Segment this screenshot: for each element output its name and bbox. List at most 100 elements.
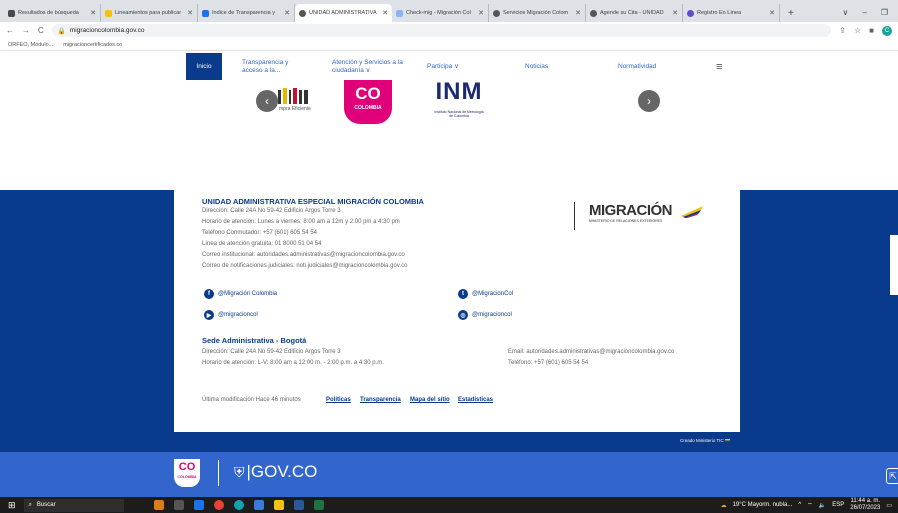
bookmarks-bar: ORFEO, Módulo... migracioncertificados.c… [0,39,898,51]
carousel-next-button[interactable]: › [638,90,660,112]
bookmark-item[interactable]: migracioncertificados.co [63,42,122,48]
favicon-icon [396,9,403,17]
barcode-icon [278,88,308,104]
maximize-icon[interactable]: ❐ [881,8,888,17]
url-field[interactable]: 🔒 migracioncolombia.gov.co [51,24,832,37]
profile-avatar[interactable]: C [882,25,892,36]
bookmark-item[interactable]: ORFEO, Módulo... [8,42,53,48]
nav-normatividad[interactable]: Normatividad [618,53,656,80]
sidepanel-icon[interactable]: ■ [869,26,874,35]
favicon-icon [105,9,112,17]
tab-search-icon[interactable]: ∨ [843,8,849,17]
close-tab-icon[interactable]: ✕ [672,9,678,17]
close-tab-icon[interactable]: ✕ [284,9,290,17]
favicon-icon [590,9,597,17]
nav-transparencia[interactable]: Transparencia y acceso a la... [242,53,322,80]
close-tab-icon[interactable]: ✕ [769,9,775,17]
twitter-icon[interactable]: t [458,289,468,299]
browser-tab[interactable]: Agende su Cita - UNIDAD ✕ [586,4,683,22]
twitter-link[interactable]: @MigracionCol [472,291,513,297]
close-tab-icon[interactable]: ✕ [575,9,581,17]
carousel-prev-button[interactable]: ‹ [256,90,278,112]
link-mapa-sitio[interactable]: Mapa del sitio [410,397,450,403]
clock[interactable]: 11:44 a. m. 26/07/2023 [850,498,880,512]
address-bar-row: ← → C 🔒 migracioncolombia.gov.co ⇪ ☆ ■ C [0,22,898,39]
favicon-icon [687,9,694,17]
youtube-link[interactable]: @migracioncol [218,312,258,318]
weather-icon[interactable]: ☁ [721,502,727,509]
back-icon[interactable]: ← [6,26,14,35]
task-view-icon[interactable] [173,500,184,510]
browser-tab[interactable]: Índice de Transparencia y ✕ [198,4,295,22]
footer-info-card: UNIDAD ADMINISTRATIVA ESPECIAL MIGRACIÓN… [174,170,740,432]
facebook-link[interactable]: @Migración Colombia [218,291,277,297]
search-icon: ⌕ [28,501,32,508]
link-estadisticas[interactable]: Estadísticas [458,397,493,403]
info-line: Correo de notificaciones judiciales: not… [202,263,408,269]
chrome-icon[interactable] [213,500,224,510]
app-icon[interactable] [153,500,164,510]
nav-participa[interactable]: Participa ∨ [427,53,459,80]
windows-start-icon[interactable]: ⊞ [8,500,16,511]
govco-brand[interactable]: ⛨ |GOV.CO [234,462,317,482]
browser-tab[interactable]: Lineamientos para publicar ✕ [101,4,198,22]
app-icon[interactable] [193,500,204,510]
lock-icon: 🔒 [57,27,66,35]
entity-title: UNIDAD ADMINISTRATIVA ESPECIAL MIGRACIÓN… [202,197,424,206]
instagram-icon[interactable]: ◎ [458,310,468,320]
co-colombia-logo: CO COLOMBIA [344,80,392,124]
sede-address: Dirección: Calle 24A No 59-42 Edificio A… [202,349,341,355]
browser-tab[interactable]: Resultados de búsqueda ✕ [4,4,101,22]
nav-inicio[interactable]: Inicio [186,53,222,80]
window-controls: ∨ – ❐ [833,8,898,22]
facebook-icon[interactable]: f [204,289,214,299]
nav-noticias[interactable]: Noticias [525,53,548,80]
close-tab-icon[interactable]: ✕ [90,9,96,17]
minimize-icon[interactable]: – [862,8,866,17]
app-icon[interactable] [253,500,264,510]
govco-divider [218,460,219,486]
compra-eficiente-logo: mpra Eficiente [276,88,316,118]
credit-line: Creado Ministerio TIC [680,438,730,443]
sede-phone: Teléfono: +57 (601) 605 54 54 [508,360,589,366]
favicon-icon [8,9,15,17]
nav-atencion[interactable]: Atención y Servicios a la ciudadanía ∨ [332,53,422,80]
network-icon[interactable]: ⌔ [807,501,813,509]
govco-bar: CO COLOMBIA ⛨ |GOV.CO ⇱ [0,452,898,497]
forward-icon[interactable]: → [22,26,30,35]
word-icon[interactable] [293,500,304,510]
link-politicas[interactable]: Políticas [326,397,351,403]
new-tab-button[interactable]: + [780,8,802,22]
taskbar-search[interactable]: ⌕ Buscar [23,498,124,512]
close-tab-icon[interactable]: ✕ [187,9,193,17]
reload-icon[interactable]: C [38,26,44,35]
share-icon[interactable]: ⇪ [839,26,846,35]
sede-email: Email: autoridades.administrativas@migra… [508,349,675,355]
close-tab-icon[interactable]: ✕ [382,9,388,17]
favicon-icon [202,9,209,17]
tray-chevron-icon[interactable]: ^ [798,502,801,508]
sede-hours: Horario de atención: L-V: 8:00 am a 12:0… [202,360,384,366]
info-line: Dirección: Calle 24A No 59-42 Edificio A… [202,208,341,214]
edge-icon[interactable] [233,500,244,510]
file-explorer-icon[interactable] [273,500,284,510]
accessibility-icon[interactable]: ⇱ [886,468,898,484]
bookmark-star-icon[interactable]: ☆ [854,26,861,35]
youtube-icon[interactable]: ▶ [204,310,214,320]
last-modified: Última modificación Hace 46 minutos [202,397,301,403]
browser-tab[interactable]: Registro En Línea ✕ [683,4,780,22]
volume-icon[interactable]: 🔈 [819,502,826,509]
close-tab-icon[interactable]: ✕ [478,9,484,17]
browser-tab[interactable]: Servicios Migración Colom ✕ [489,4,586,22]
right-edge-widget[interactable] [890,235,898,295]
notification-icon[interactable]: ▭ [886,502,892,509]
info-line: Teléfono Conmutador: +57 (601) 605 54 54 [202,230,317,236]
browser-tab[interactable]: Check-mig - Migración Col ✕ [392,4,489,22]
browser-tab-active[interactable]: UNIDAD ADMINISTRATIVA ✕ [295,4,392,22]
hamburger-menu-icon[interactable]: ≡ [716,53,722,80]
instagram-link[interactable]: @migracioncol [472,312,512,318]
windows-taskbar: ⊞ ⌕ Buscar ☁ 19°C Mayorm. nubla... ^ ⌔ 🔈… [0,497,898,513]
excel-icon[interactable] [313,500,324,510]
site-navigation: Inicio Transparencia y acceso a la... At… [0,53,898,80]
link-transparencia[interactable]: Transparencia [360,397,401,403]
